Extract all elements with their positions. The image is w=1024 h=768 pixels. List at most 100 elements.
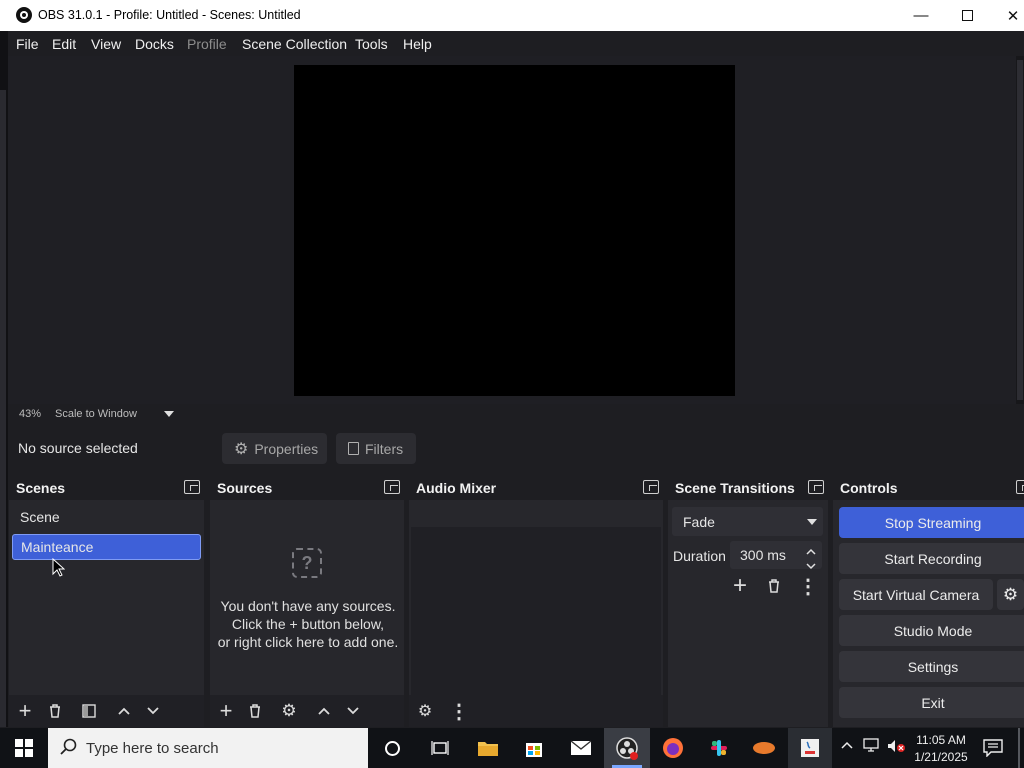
clock-date[interactable]: 1/21/2025 xyxy=(912,750,970,764)
undock-icon[interactable] xyxy=(384,480,400,494)
windows-start-icon[interactable] xyxy=(14,738,34,761)
scene-label: Mainteance xyxy=(21,539,94,555)
filters-button[interactable]: Filters xyxy=(336,433,416,464)
properties-label: Properties xyxy=(254,440,319,457)
taskbar-search[interactable]: Type here to search xyxy=(48,728,368,768)
menu-file[interactable]: File xyxy=(16,36,39,52)
transition-select[interactable]: Fade xyxy=(672,507,823,536)
controls-body: Stop Streaming Start Recording Start Vir… xyxy=(833,475,1024,727)
chevron-down-icon xyxy=(807,519,817,525)
question-icon: ? xyxy=(292,548,322,578)
spin-down-icon[interactable] xyxy=(806,557,816,573)
trash-icon[interactable] xyxy=(43,699,67,723)
menu-view[interactable]: View xyxy=(91,36,121,52)
scene-filters-icon[interactable] xyxy=(77,699,101,723)
transitions-dock: Scene Transitions Fade Duration 300 ms +… xyxy=(668,475,828,727)
clock-time[interactable]: 11:05 AM xyxy=(912,733,970,747)
add-transition-icon[interactable]: + xyxy=(728,572,752,599)
volume-muted-icon[interactable] xyxy=(886,738,906,757)
obs-logo-icon xyxy=(16,7,32,23)
file-explorer-icon[interactable] xyxy=(474,734,502,762)
transitions-body: Fade Duration 300 ms + ⋮ xyxy=(668,475,828,727)
menu-profile[interactable]: Profile xyxy=(187,36,227,52)
transition-selected: Fade xyxy=(683,513,715,530)
virtual-camera-gear-icon[interactable]: ⚙ xyxy=(997,579,1024,610)
mail-icon[interactable] xyxy=(567,734,595,762)
show-desktop-button[interactable] xyxy=(1018,728,1020,768)
trash-icon[interactable] xyxy=(243,699,267,723)
chevron-down-icon[interactable] xyxy=(164,411,174,417)
scene-item-scene[interactable]: Scene xyxy=(12,504,201,530)
sources-list[interactable]: ? You don't have any sources. Click the … xyxy=(210,500,404,727)
chevron-up-icon[interactable] xyxy=(312,699,336,723)
cortana-icon[interactable] xyxy=(378,734,406,762)
exit-button[interactable]: Exit xyxy=(839,687,1024,718)
preview-canvas[interactable] xyxy=(294,65,735,396)
store-icon[interactable] xyxy=(520,734,548,762)
undock-icon[interactable] xyxy=(184,480,200,494)
more-options-icon[interactable]: ⋮ xyxy=(447,699,471,723)
chevron-down-icon[interactable] xyxy=(141,699,165,723)
java-icon[interactable] xyxy=(796,734,824,762)
start-recording-button[interactable]: Start Recording xyxy=(839,543,1024,574)
studio-mode-button[interactable]: Studio Mode xyxy=(839,615,1024,646)
left-edge-strip xyxy=(0,90,6,727)
title-bar: OBS 31.0.1 - Profile: Untitled - Scenes:… xyxy=(0,0,1024,31)
add-source-icon[interactable]: + xyxy=(214,698,238,723)
advanced-audio-gear-icon[interactable]: ⚙ xyxy=(413,699,437,723)
sources-title: Sources xyxy=(217,480,273,496)
mixer-area[interactable] xyxy=(411,527,661,719)
start-virtual-camera-button[interactable]: Start Virtual Camera xyxy=(839,579,993,610)
stop-streaming-label: Stop Streaming xyxy=(884,514,982,531)
app-icon[interactable] xyxy=(750,734,778,762)
search-placeholder: Type here to search xyxy=(86,739,219,757)
gear-icon[interactable]: ⚙ xyxy=(277,699,301,723)
undock-icon[interactable] xyxy=(643,480,659,494)
empty-sources-text: Click the + button below, xyxy=(231,616,385,632)
empty-sources-text: You don't have any sources. xyxy=(220,598,396,614)
stop-streaming-button[interactable]: Stop Streaming xyxy=(839,507,1024,538)
sources-toolbar: + ⚙ xyxy=(210,695,404,727)
add-scene-icon[interactable]: + xyxy=(13,698,37,723)
properties-button[interactable]: ⚙ Properties xyxy=(222,433,327,464)
window-title: OBS 31.0.1 - Profile: Untitled - Scenes:… xyxy=(38,8,301,22)
scenes-list[interactable]: Scene Mainteance xyxy=(9,500,204,727)
task-view-icon[interactable] xyxy=(426,734,454,762)
filters-label: Filters xyxy=(365,440,404,457)
minimize-button[interactable]: — xyxy=(898,0,944,31)
slack-icon[interactable] xyxy=(705,734,733,762)
duration-input[interactable]: 300 ms xyxy=(730,541,822,570)
firefox-icon[interactable] xyxy=(659,734,687,762)
menu-tools[interactable]: Tools xyxy=(355,36,388,52)
tray-chevron-up-icon[interactable] xyxy=(840,738,854,755)
scenes-title: Scenes xyxy=(16,480,66,496)
notifications-icon[interactable] xyxy=(983,739,1003,760)
sources-header: Sources xyxy=(210,475,404,500)
settings-button[interactable]: Settings xyxy=(839,651,1024,682)
filter-icon xyxy=(348,442,359,455)
exit-label: Exit xyxy=(921,694,945,711)
mixer-title: Audio Mixer xyxy=(416,480,497,496)
menu-edit[interactable]: Edit xyxy=(52,36,76,52)
menu-scene-collection[interactable]: Scene Collection xyxy=(242,36,347,52)
mixer-body xyxy=(409,500,663,727)
chevron-down-icon[interactable] xyxy=(341,699,365,723)
start-virtual-camera-label: Start Virtual Camera xyxy=(852,586,980,603)
menu-docks[interactable]: Docks xyxy=(135,36,174,52)
zoom-level: 43% xyxy=(19,408,42,420)
trash-icon[interactable] xyxy=(762,574,786,598)
menu-help[interactable]: Help xyxy=(403,36,432,52)
scene-label: Scene xyxy=(20,509,60,525)
obs-taskbar-icon[interactable] xyxy=(613,734,641,762)
close-button[interactable]: ✕ xyxy=(990,0,1024,31)
sources-dock: Sources ? You don't have any sources. Cl… xyxy=(210,475,404,727)
scale-mode-select[interactable]: Scale to Window xyxy=(55,408,137,420)
empty-sources-text: or right click here to add one. xyxy=(217,634,399,650)
scene-item-mainteance[interactable]: Mainteance xyxy=(12,534,201,560)
duration-value: 300 ms xyxy=(740,547,786,563)
network-icon[interactable] xyxy=(863,738,879,755)
scrollbar-thumb[interactable] xyxy=(1017,60,1023,400)
more-options-icon[interactable]: ⋮ xyxy=(796,574,820,598)
chevron-up-icon[interactable] xyxy=(112,699,136,723)
maximize-button[interactable] xyxy=(944,0,990,31)
